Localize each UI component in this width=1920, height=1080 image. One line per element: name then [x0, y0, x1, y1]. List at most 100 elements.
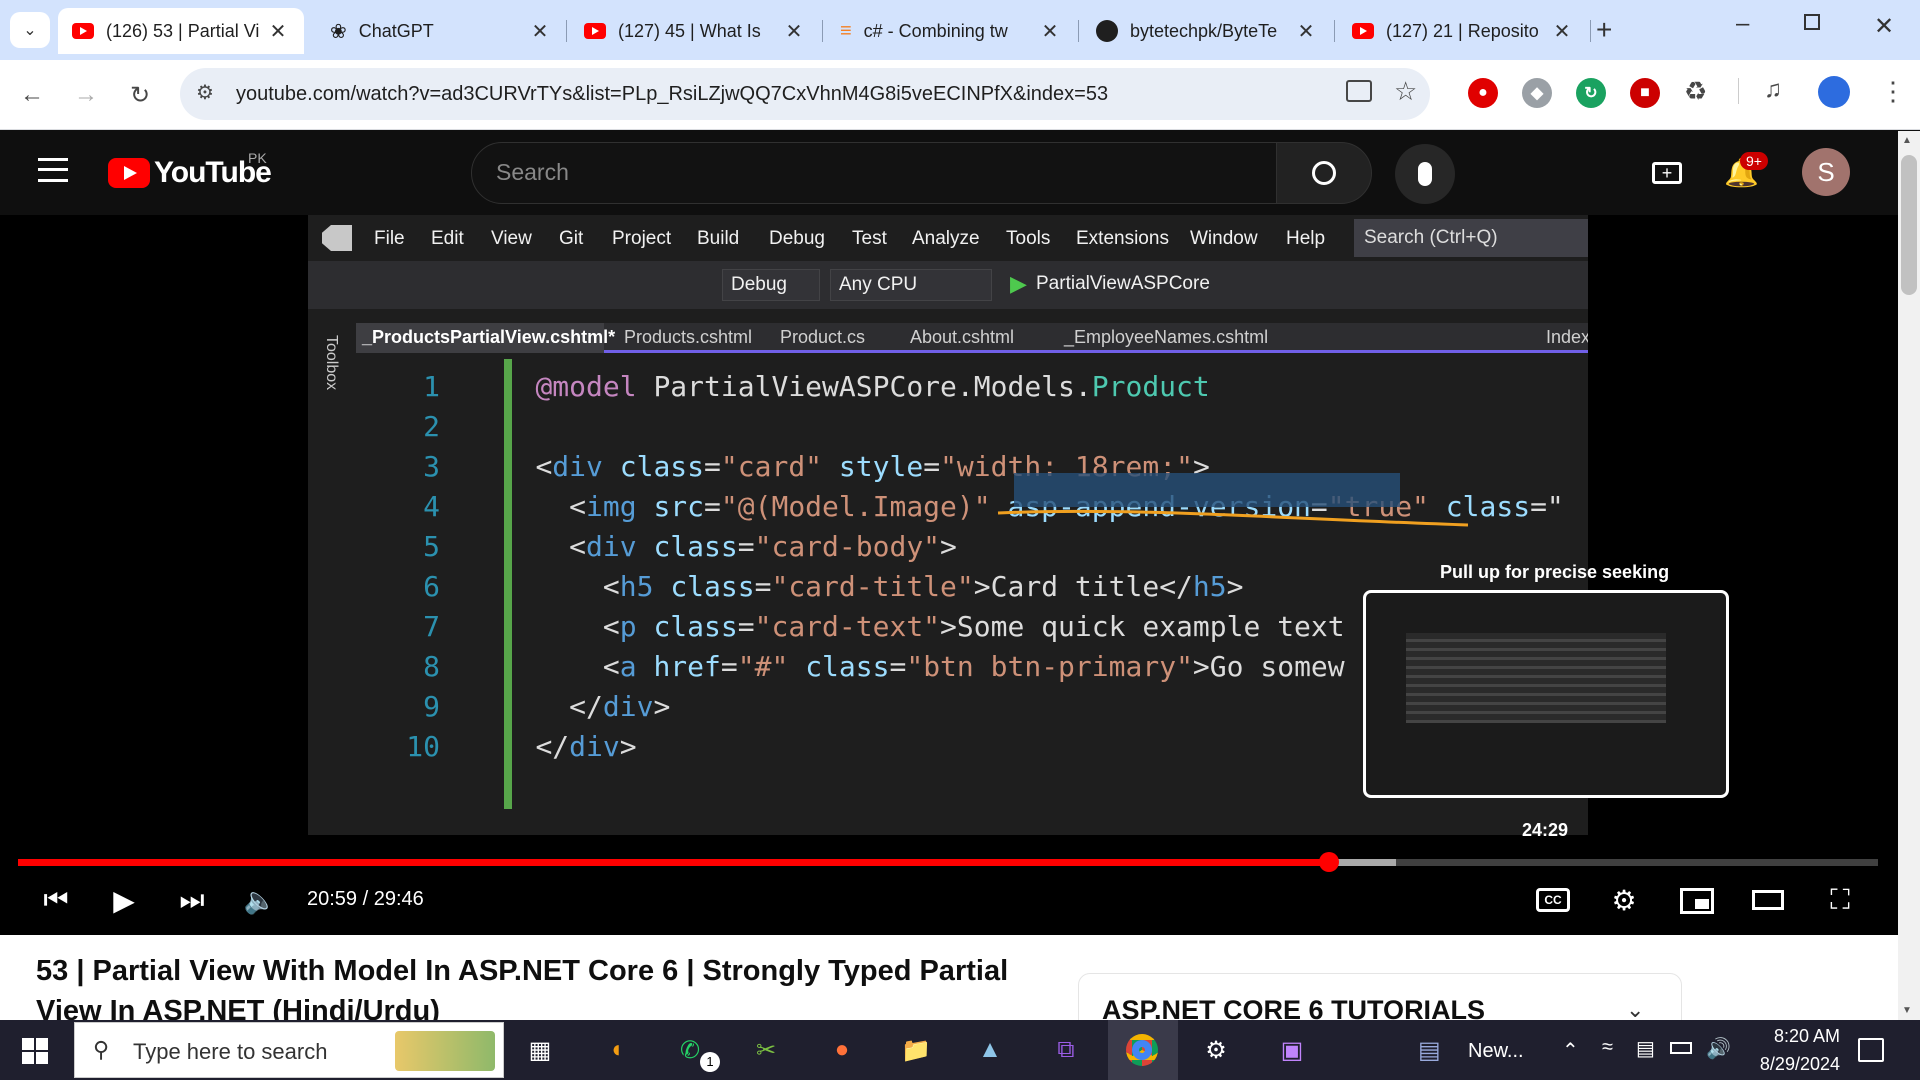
code-token: = — [754, 570, 772, 603]
notification-center-icon[interactable] — [1858, 1038, 1884, 1062]
play-icon[interactable]: ▶ — [104, 880, 144, 920]
windows-start-icon[interactable] — [22, 1038, 48, 1064]
shield-extension-icon[interactable]: ◆ — [1522, 78, 1552, 108]
code-token: a — [619, 650, 654, 683]
previous-icon[interactable]: ⏮ — [36, 880, 76, 920]
account-avatar[interactable]: S — [1802, 148, 1850, 196]
app-icon[interactable]: ◖ — [596, 1030, 636, 1070]
settings-gear-icon[interactable]: ⚙ — [1196, 1030, 1236, 1070]
profile-avatar[interactable] — [1818, 76, 1850, 108]
tab-label: ChatGPT — [358, 20, 434, 41]
scrollbar-thumb[interactable] — [1901, 155, 1917, 295]
tab[interactable]: (127) 21 | Reposito ✕ — [1338, 8, 1588, 54]
volume-icon[interactable]: 🔈 — [240, 880, 280, 920]
url-text[interactable]: youtube.com/watch?v=ad3CURVrTYs&list=PLp… — [236, 83, 1108, 106]
bookmark-star-icon[interactable]: ☆ — [1394, 76, 1417, 107]
code-token: img — [586, 490, 654, 523]
close-tab-icon[interactable]: ✕ — [528, 19, 552, 44]
code-token: < — [535, 490, 587, 523]
line-number: 6 — [423, 570, 440, 603]
github-icon — [1096, 20, 1118, 42]
code-token: > — [940, 530, 957, 563]
line-number: 8 — [423, 650, 440, 683]
hardware-icon[interactable]: ▤ — [1636, 1036, 1655, 1061]
progress-bar[interactable] — [18, 859, 1878, 866]
code-line: 1 @model PartialViewASPCore.Models.Produ… — [308, 367, 1210, 407]
file-explorer-icon[interactable]: 📁 — [896, 1030, 936, 1070]
grammar-extension-icon[interactable]: ↻ — [1576, 78, 1606, 108]
chrome-icon[interactable] — [1122, 1030, 1162, 1070]
record-extension-icon[interactable]: ■ — [1630, 78, 1660, 108]
firefox-icon[interactable]: ● — [822, 1030, 862, 1070]
tab-search-chevron-icon[interactable]: ⌄ — [10, 12, 50, 48]
news-widget[interactable]: New... — [1468, 1040, 1524, 1063]
volume-icon[interactable]: 🔊 — [1706, 1036, 1731, 1061]
terminal-icon[interactable]: ▣ — [1272, 1030, 1312, 1070]
video-title: 53 | Partial View With Model In ASP.NET … — [36, 955, 1009, 987]
forward-icon[interactable]: → — [68, 77, 104, 113]
media-control-icon[interactable]: ♫ — [1764, 76, 1782, 104]
restore-button[interactable] — [1804, 14, 1820, 30]
tab[interactable]: bytetechpk/ByteTe ✕ — [1082, 8, 1332, 54]
line-number: 3 — [423, 450, 440, 483]
close-window-button[interactable]: ✕ — [1874, 12, 1894, 41]
back-icon[interactable]: ← — [14, 77, 50, 113]
visual-studio-icon[interactable]: ⧉ — [1046, 1030, 1086, 1070]
code-token: > — [1226, 570, 1244, 603]
install-app-icon[interactable] — [1346, 80, 1372, 102]
site-info-icon[interactable]: ⚙ — [196, 80, 214, 105]
vs-search-box: Search (Ctrl+Q) — [1354, 219, 1588, 257]
app-blue-icon[interactable]: ▲ — [970, 1030, 1010, 1070]
reload-icon[interactable]: ↻ — [122, 77, 158, 113]
code-line: 6 <h5 class="card-title">Card title</h5> — [308, 567, 1244, 607]
page-scrollbar[interactable]: ▲ ▼ — [1898, 131, 1920, 1020]
snipping-tool-icon[interactable]: ✂ — [746, 1030, 786, 1070]
minimize-button[interactable]: – — [1736, 10, 1749, 38]
close-tab-icon[interactable]: ✕ — [1294, 19, 1318, 44]
close-tab-icon[interactable]: ✕ — [1038, 19, 1062, 44]
tab-label: bytetechpk/ByteTe — [1130, 20, 1278, 41]
close-tab-icon[interactable]: ✕ — [1550, 19, 1574, 44]
battery-icon[interactable] — [1670, 1042, 1692, 1054]
close-tab-icon[interactable]: ✕ — [266, 19, 290, 44]
extensions-puzzle-icon[interactable]: ♻ — [1684, 76, 1707, 107]
settings-gear-icon[interactable]: ⚙ — [1604, 880, 1644, 920]
tab-label: (127) 21 | Reposito — [1386, 20, 1539, 41]
voice-search-button[interactable] — [1395, 144, 1455, 204]
create-video-icon[interactable]: + — [1652, 162, 1682, 184]
adblock-extension-icon[interactable]: ● — [1468, 78, 1498, 108]
taskbar-search-box[interactable]: ⚲ Type here to search — [74, 1022, 504, 1078]
microphone-icon — [1418, 162, 1432, 186]
hamburger-menu-icon[interactable] — [38, 158, 68, 182]
tab[interactable]: (127) 45 | What Is ✕ — [570, 8, 820, 54]
task-view-icon[interactable]: ▦ — [520, 1030, 560, 1070]
youtube-icon — [584, 23, 606, 39]
captions-icon[interactable]: CC — [1536, 888, 1570, 912]
code-token: "card" — [720, 450, 839, 483]
code-token: < — [535, 450, 553, 483]
wifi-icon[interactable]: ≈ — [1602, 1036, 1613, 1059]
tab[interactable]: ❀ ChatGPT ✕ — [316, 8, 566, 54]
close-tab-icon[interactable]: ✕ — [782, 19, 806, 44]
youtube-logo-icon[interactable] — [108, 158, 150, 188]
next-icon[interactable]: ⏭ — [172, 880, 212, 920]
tab[interactable]: ≡ c# - Combining tw ✕ — [826, 8, 1076, 54]
theater-mode-icon[interactable] — [1752, 890, 1784, 910]
youtube-search-input[interactable]: Search — [471, 142, 1278, 204]
tray-chevron-icon[interactable]: ⌃ — [1562, 1038, 1579, 1063]
tab-active[interactable]: (126) 53 | Partial Vi ✕ — [58, 8, 304, 54]
fullscreen-icon[interactable]: ⛶ — [1820, 880, 1860, 920]
clock-date[interactable]: 8/29/2024 — [1736, 1054, 1840, 1075]
new-tab-button[interactable]: + — [1596, 14, 1612, 46]
search-icon: ⚲ — [93, 1037, 110, 1062]
chrome-menu-icon[interactable]: ⋮ — [1880, 76, 1906, 107]
clock-time[interactable]: 8:20 AM — [1746, 1026, 1840, 1047]
code-token: src — [653, 490, 705, 523]
chatgpt-icon: ❀ — [330, 20, 347, 43]
news-widget-icon[interactable]: ▤ — [1418, 1036, 1441, 1065]
code-token: "card-title" — [771, 570, 974, 603]
miniplayer-icon[interactable] — [1680, 888, 1714, 914]
code-line: 10 </div> — [308, 727, 636, 767]
vs-config-dropdown: Debug — [722, 269, 820, 301]
youtube-search-button[interactable] — [1276, 142, 1372, 204]
